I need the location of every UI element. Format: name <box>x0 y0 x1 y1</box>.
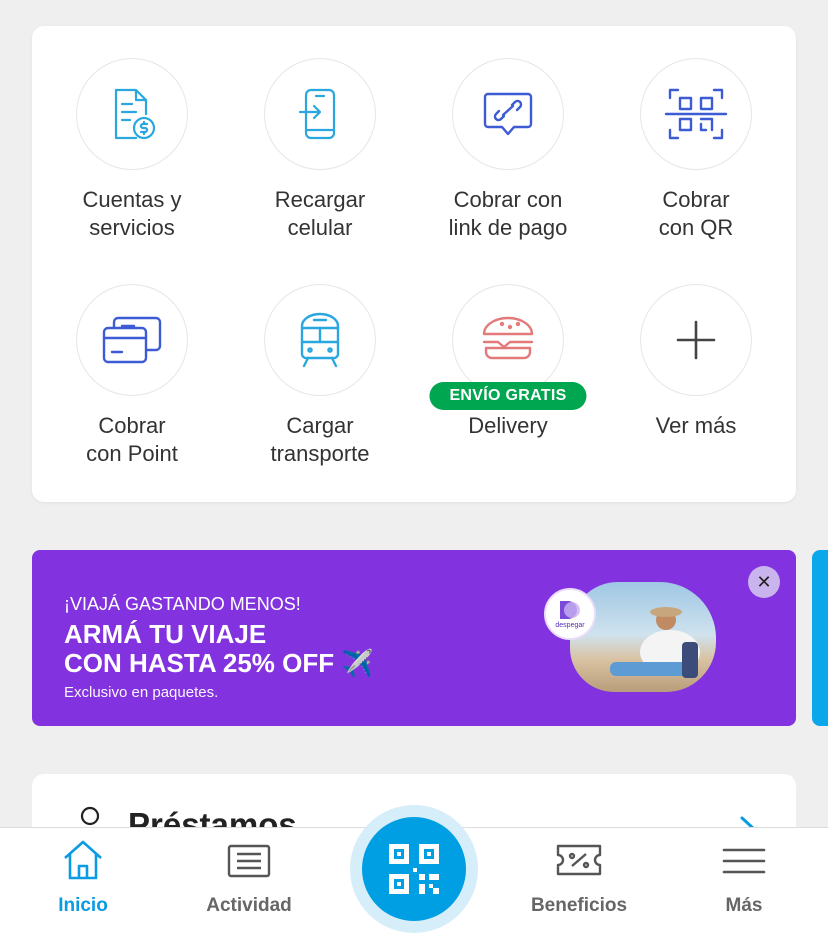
service-label: Delivery <box>468 413 548 438</box>
tab-home[interactable]: Inicio <box>18 838 148 917</box>
service-see-more[interactable]: Ver más <box>602 284 790 440</box>
free-shipping-badge: ENVÍO GRATIS <box>429 382 587 410</box>
despegar-logo-text: despegar <box>555 622 585 629</box>
burger-icon <box>452 284 564 396</box>
service-label: Cobrar con link de pago <box>448 187 568 240</box>
service-label: Cobrar con QR <box>658 187 734 240</box>
menu-icon <box>722 848 766 874</box>
promo-photo <box>570 582 716 692</box>
promo-fine-print: Exclusivo en paquetes. <box>64 684 219 701</box>
qr-scan-icon <box>640 58 752 170</box>
service-label: Cuentas y servicios <box>82 187 182 240</box>
qr-scan-button-halo <box>350 805 478 933</box>
promo-kicker: ¡VIAJÁ GASTANDO MENOS! <box>64 594 301 614</box>
home-icon <box>64 840 102 880</box>
services-card: Cuentas y servicios Recargar celular Cob… <box>32 26 796 502</box>
tab-benefits[interactable]: Beneficios <box>514 838 644 917</box>
plus-icon <box>640 284 752 396</box>
discount-ticket-icon <box>556 844 602 876</box>
tab-more[interactable]: Más <box>679 838 809 917</box>
next-promo-banner[interactable] <box>812 550 828 726</box>
service-phone-recharge[interactable]: Recargar celular <box>226 58 414 242</box>
despegar-logo: despegar <box>544 588 596 640</box>
phone-recharge-icon <box>264 58 376 170</box>
card-reader-icon <box>76 284 188 396</box>
promo-banner[interactable]: ¡VIAJÁ GASTANDO MENOS! ARMÁ TU VIAJE CON… <box>32 550 796 726</box>
qr-scan-button[interactable] <box>362 817 466 921</box>
service-transport[interactable]: Cargar transporte <box>226 284 414 468</box>
tab-label: Inicio <box>58 895 108 916</box>
promo-headline: ARMÁ TU VIAJE CON HASTA 25% OFF ✈️ <box>64 619 374 678</box>
service-payment-link[interactable]: Cobrar con link de pago <box>414 58 602 242</box>
tab-label: Más <box>725 895 763 916</box>
activity-icon <box>227 844 271 878</box>
service-label: Cargar transporte <box>270 413 370 466</box>
bill-dollar-icon <box>76 58 188 170</box>
qr-icon <box>389 844 439 894</box>
tab-activity[interactable]: Actividad <box>184 838 314 917</box>
service-bills[interactable]: Cuentas y servicios <box>38 58 226 242</box>
service-label: Cobrar con Point <box>86 413 178 466</box>
service-point[interactable]: Cobrar con Point <box>38 284 226 468</box>
tab-label: Actividad <box>206 895 292 916</box>
tab-label: Beneficios <box>530 895 628 916</box>
service-label: Ver más <box>655 413 737 438</box>
train-icon <box>264 284 376 396</box>
service-delivery[interactable]: Delivery <box>414 284 602 440</box>
service-label: Recargar celular <box>274 187 366 240</box>
service-qr-charge[interactable]: Cobrar con QR <box>602 58 790 242</box>
close-promo-button[interactable]: ✕ <box>748 566 780 598</box>
link-chat-icon <box>452 58 564 170</box>
